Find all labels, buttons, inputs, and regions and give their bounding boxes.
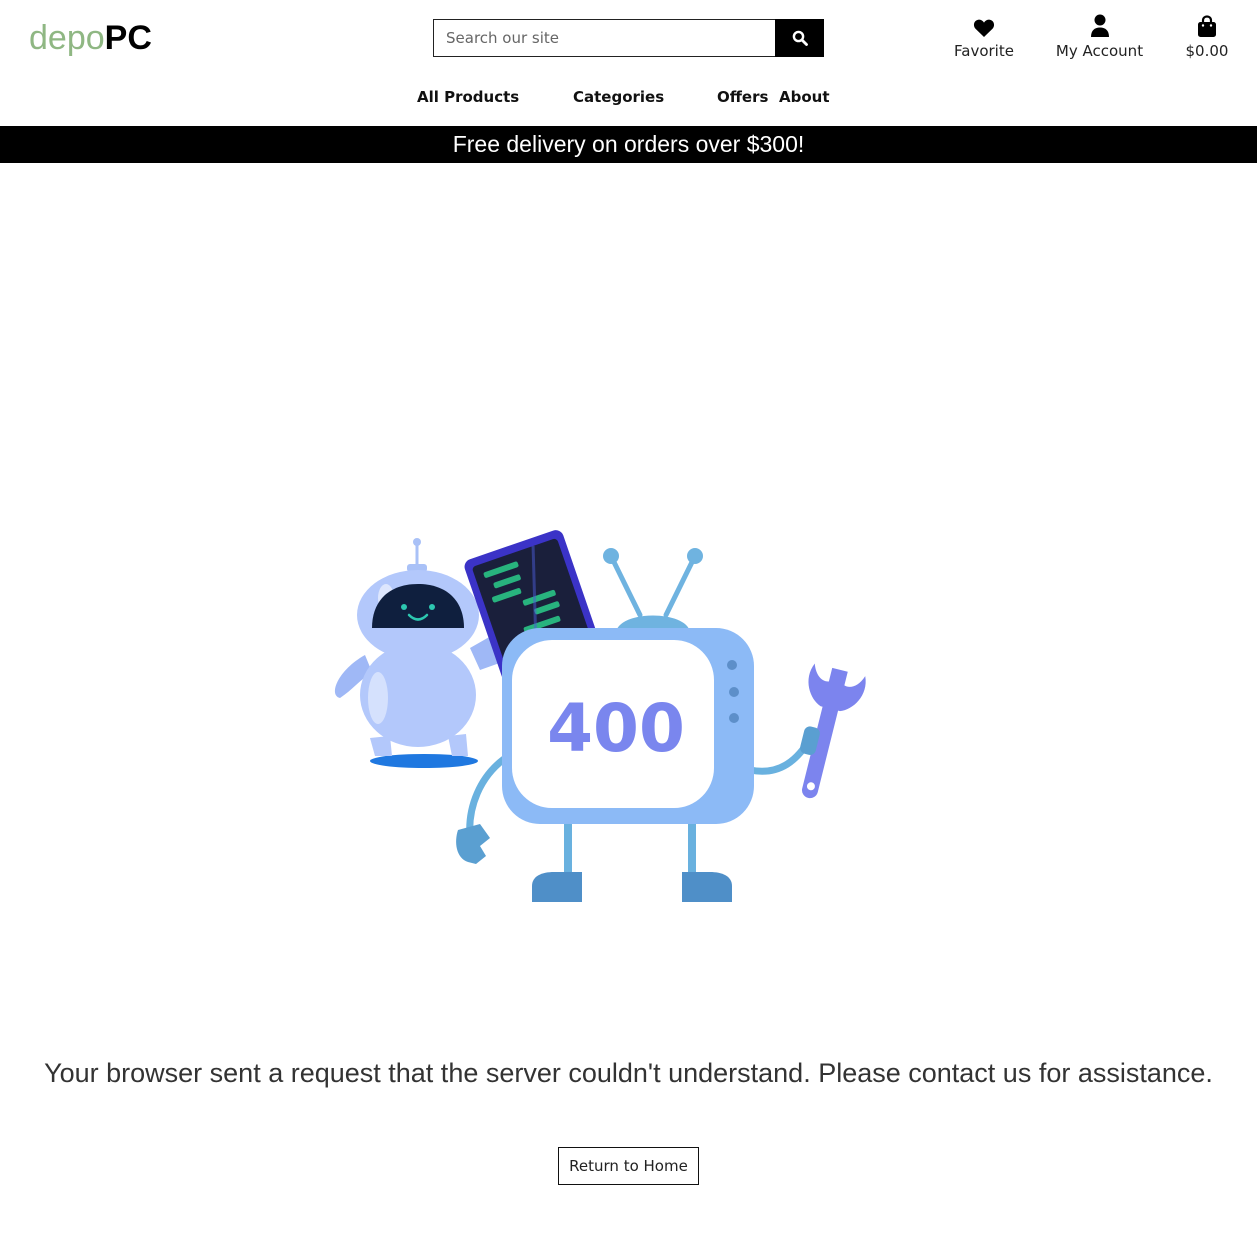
nav-about[interactable]: About [779, 86, 830, 108]
search-button[interactable] [775, 19, 824, 57]
favorite-link[interactable]: Favorite [949, 12, 1019, 61]
cart-total: $0.00 [1185, 42, 1229, 60]
cart-link[interactable]: $0.00 [1180, 12, 1234, 61]
favorite-label: Favorite [954, 42, 1014, 60]
nav-categories[interactable]: Categories [573, 86, 664, 108]
nav-offers[interactable]: Offers [717, 86, 768, 108]
heart-icon [973, 12, 995, 38]
return-home-button[interactable]: Return to Home [558, 1147, 699, 1185]
search-icon [792, 30, 808, 46]
error-message: Your browser sent a request that the ser… [44, 1058, 1213, 1088]
error-400-illustration: 400 [334, 530, 866, 902]
user-icon [1090, 12, 1110, 38]
search-input[interactable] [433, 19, 775, 57]
my-account-label: My Account [1055, 42, 1144, 60]
logo-text-light: depo [29, 19, 105, 57]
delivery-banner: Free delivery on orders over $300! [0, 126, 1257, 163]
search-form [433, 19, 824, 57]
main-nav: All Products Categories Offers About [0, 86, 1257, 110]
shopping-bag-icon [1197, 12, 1217, 38]
error-code: 400 [547, 690, 685, 767]
nav-all-products[interactable]: All Products [417, 86, 519, 108]
my-account-link[interactable]: My Account [1052, 12, 1147, 61]
logo-text-dark: PC [104, 19, 152, 57]
site-logo[interactable]: depoPC [29, 18, 152, 58]
